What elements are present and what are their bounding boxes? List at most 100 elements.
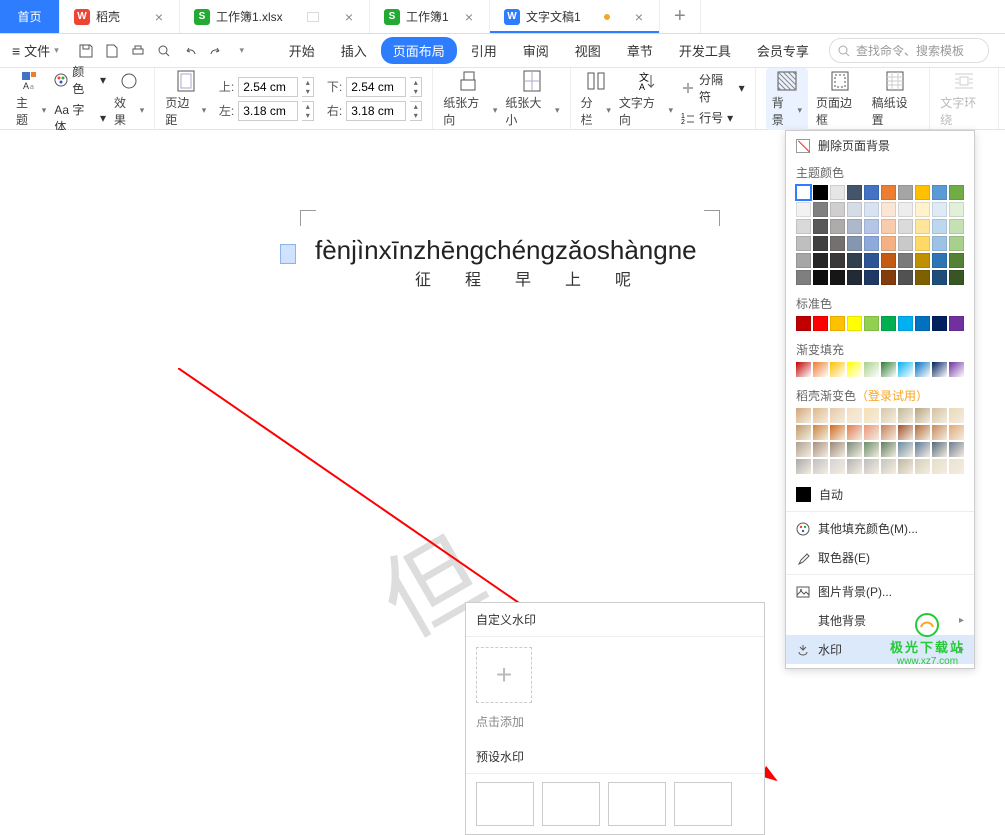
menu-pagelayout[interactable]: 页面布局	[381, 37, 457, 64]
gradient-swatch[interactable]	[898, 362, 913, 377]
color-swatch[interactable]	[813, 253, 828, 268]
color-swatch[interactable]	[898, 253, 913, 268]
docer-gradient-swatch[interactable]	[864, 425, 879, 440]
docer-gradient-swatch[interactable]	[932, 442, 947, 457]
color-swatch[interactable]	[847, 253, 862, 268]
color-swatch[interactable]	[864, 236, 879, 251]
color-swatch[interactable]	[949, 202, 964, 217]
color-swatch[interactable]	[864, 185, 879, 200]
menu-devtools[interactable]: 开发工具	[667, 37, 743, 64]
docer-gradient-swatch[interactable]	[949, 408, 964, 423]
tab-docer[interactable]: W 稻壳 ×	[60, 0, 180, 33]
docer-gradient-swatch[interactable]	[830, 408, 845, 423]
docer-gradient-swatch[interactable]	[898, 425, 913, 440]
margin-left-input[interactable]	[238, 101, 298, 121]
gradient-swatch[interactable]	[830, 362, 845, 377]
margin-right-input[interactable]	[346, 101, 406, 121]
auto-color-item[interactable]: 自动	[786, 480, 974, 509]
close-icon[interactable]: ×	[153, 9, 165, 25]
docer-gradient-swatch[interactable]	[881, 425, 896, 440]
margin-top-input[interactable]	[238, 77, 298, 97]
color-swatch[interactable]	[796, 253, 811, 268]
docer-gradient-swatch[interactable]	[847, 408, 862, 423]
color-swatch[interactable]	[915, 236, 930, 251]
command-search[interactable]: 查找命令、搜索模板	[829, 38, 989, 63]
docer-gradient-swatch[interactable]	[949, 442, 964, 457]
docer-gradient-swatch[interactable]	[796, 442, 811, 457]
color-swatch[interactable]	[898, 236, 913, 251]
color-swatch[interactable]	[898, 219, 913, 234]
docer-gradient-swatch[interactable]	[813, 442, 828, 457]
color-swatch[interactable]	[915, 185, 930, 200]
tab-workbook1xlsx[interactable]: S 工作簿1.xlsx ×	[180, 0, 370, 33]
color-swatch[interactable]	[813, 316, 828, 331]
menu-insert[interactable]: 插入	[329, 37, 379, 64]
color-swatch[interactable]	[915, 316, 930, 331]
paper-settings-button[interactable]: 稿纸设置	[872, 70, 920, 128]
color-swatch[interactable]	[796, 219, 811, 234]
docer-gradient-swatch[interactable]	[932, 425, 947, 440]
docer-gradient-swatch[interactable]	[830, 442, 845, 457]
close-icon[interactable]: ×	[463, 9, 475, 25]
margin-right-spinner[interactable]: ▴▾	[410, 101, 422, 121]
color-swatch[interactable]	[847, 236, 862, 251]
gradient-swatch[interactable]	[796, 362, 811, 377]
color-swatch[interactable]	[949, 185, 964, 200]
theme-button[interactable]: Aa 主题▾	[16, 70, 46, 128]
new-tab-button[interactable]: +	[660, 0, 701, 33]
color-swatch[interactable]	[847, 185, 862, 200]
color-button[interactable]: 颜色▾	[54, 63, 106, 97]
gradient-swatch[interactable]	[915, 362, 930, 377]
new-icon[interactable]	[103, 42, 121, 60]
docer-gradient-swatch[interactable]	[949, 459, 964, 474]
color-swatch[interactable]	[881, 185, 896, 200]
color-swatch[interactable]	[898, 202, 913, 217]
color-swatch[interactable]	[949, 236, 964, 251]
docer-gradient-swatch[interactable]	[796, 425, 811, 440]
text-direction-button[interactable]: 文A文字方向▾	[619, 70, 673, 128]
color-swatch[interactable]	[881, 316, 896, 331]
print-icon[interactable]	[129, 42, 147, 60]
color-swatch[interactable]	[932, 185, 947, 200]
color-swatch[interactable]	[847, 202, 862, 217]
color-swatch[interactable]	[932, 316, 947, 331]
effect-button[interactable]: 效果▾	[114, 70, 144, 128]
color-swatch[interactable]	[830, 316, 845, 331]
color-swatch[interactable]	[881, 270, 896, 285]
color-swatch[interactable]	[898, 185, 913, 200]
docer-gradient-swatch[interactable]	[813, 459, 828, 474]
docer-gradient-swatch[interactable]	[813, 425, 828, 440]
menu-chapter[interactable]: 章节	[615, 37, 665, 64]
more-colors-item[interactable]: 其他填充颜色(M)...	[786, 514, 974, 543]
docer-gradient-swatch[interactable]	[898, 459, 913, 474]
docer-gradient-swatch[interactable]	[847, 442, 862, 457]
color-swatch[interactable]	[830, 270, 845, 285]
docer-gradient-swatch[interactable]	[864, 442, 879, 457]
color-swatch[interactable]	[932, 219, 947, 234]
docer-gradient-swatch[interactable]	[915, 442, 930, 457]
color-swatch[interactable]	[864, 270, 879, 285]
preset-watermark[interactable]	[476, 782, 534, 826]
color-swatch[interactable]	[881, 219, 896, 234]
docer-gradient-swatch[interactable]	[881, 459, 896, 474]
color-swatch[interactable]	[898, 270, 913, 285]
docer-gradient-swatch[interactable]	[830, 425, 845, 440]
qat-more-icon[interactable]: ▾	[233, 42, 251, 60]
close-icon[interactable]: ×	[633, 9, 645, 25]
color-swatch[interactable]	[813, 236, 828, 251]
breaks-button[interactable]: 分隔符▾	[681, 71, 745, 105]
margin-top-spinner[interactable]: ▴▾	[302, 77, 314, 97]
menu-view[interactable]: 视图	[563, 37, 613, 64]
docer-gradient-swatch[interactable]	[932, 408, 947, 423]
docer-gradient-swatch[interactable]	[796, 408, 811, 423]
document-canvas[interactable]: fènjìnxīnzhēngchéngzǎoshàngne 征程早上呢 但 自定…	[0, 130, 1005, 673]
color-swatch[interactable]	[915, 270, 930, 285]
color-swatch[interactable]	[847, 219, 862, 234]
margin-left-spinner[interactable]: ▴▾	[302, 101, 314, 121]
menu-review[interactable]: 审阅	[511, 37, 561, 64]
menu-start[interactable]: 开始	[277, 37, 327, 64]
docer-gradient-swatch[interactable]	[847, 425, 862, 440]
paper-orient-button[interactable]: 纸张方向▾	[443, 70, 497, 128]
color-swatch[interactable]	[915, 253, 930, 268]
page-border-button[interactable]: 页面边框	[816, 70, 864, 128]
